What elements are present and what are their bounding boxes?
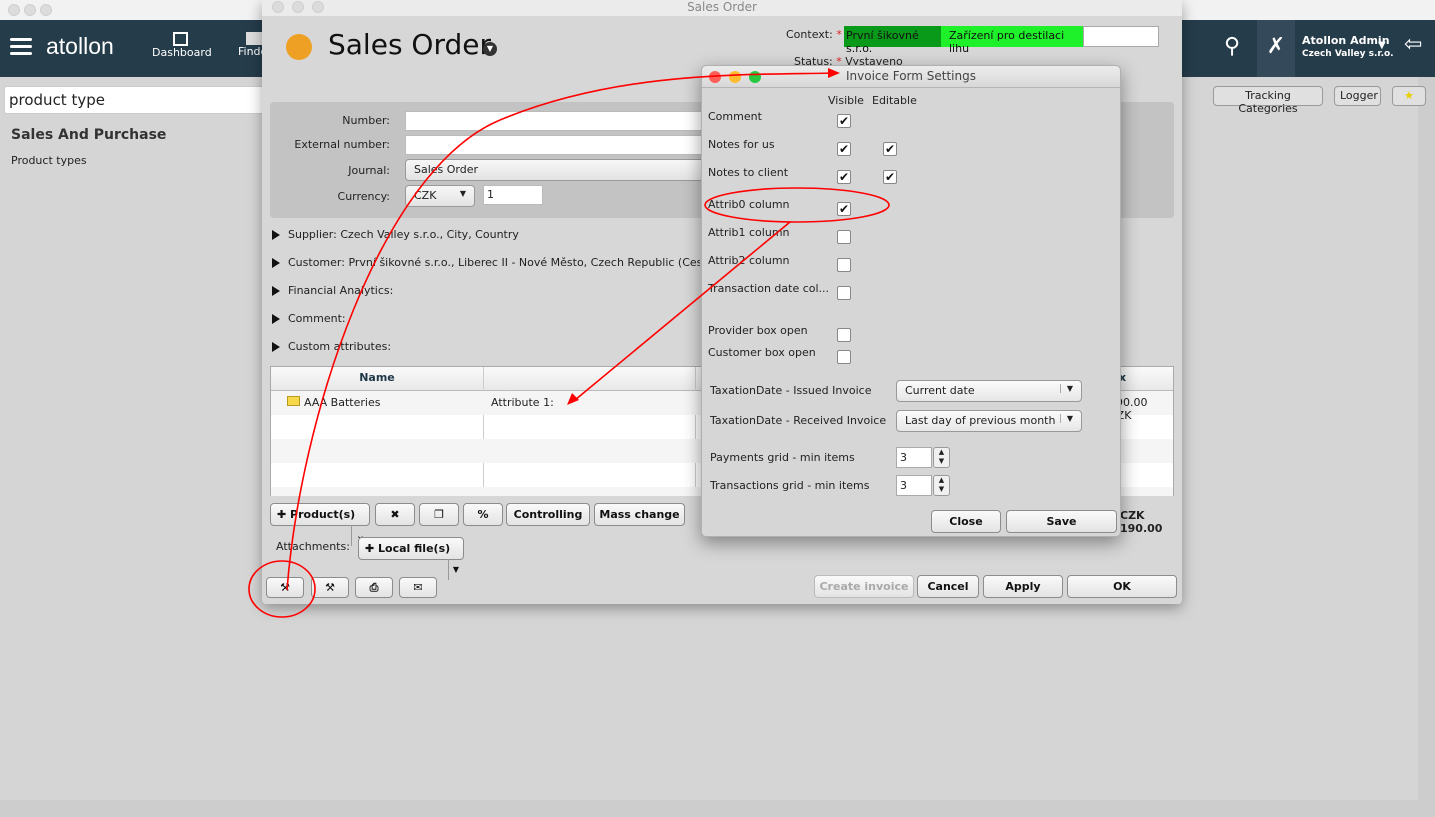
arrowhead-icon [567,393,579,405]
annotation-arrow-to-attribute [574,221,791,401]
annotation-circle-settings-button [248,560,316,618]
annotation-circle-attrib0 [704,187,890,223]
arrowhead-icon [828,68,840,78]
annotation-arrow-to-settings [286,72,836,591]
annotation-overlay [248,68,890,618]
